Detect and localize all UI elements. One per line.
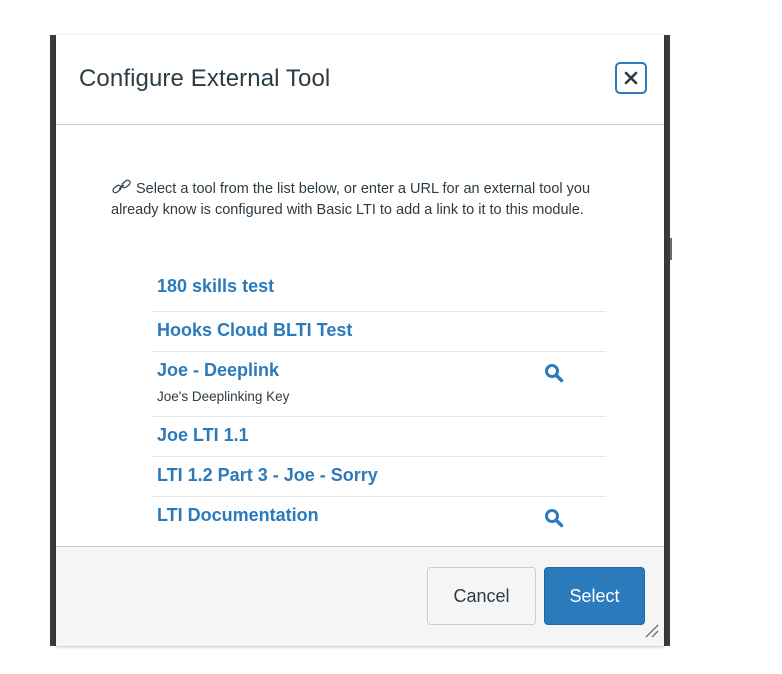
screen: Configure External Tool Select a tool fr…: [0, 0, 782, 674]
tool-name[interactable]: 180 skills test: [157, 276, 274, 297]
tool-name[interactable]: LTI 1.2 Part 3 - Joe - Sorry: [157, 465, 378, 486]
tool-name[interactable]: Hooks Cloud BLTI Test: [157, 320, 352, 341]
background-page-fragment: [670, 238, 672, 260]
resize-handle-icon[interactable]: [642, 621, 660, 639]
intro-paragraph: Select a tool from the list below, or en…: [111, 177, 611, 221]
dialog-title: Configure External Tool: [79, 65, 331, 92]
background-page-edge: [664, 35, 670, 646]
tool-list-item[interactable]: LTI 1.2 Part 3 - Joe - Sorry: [152, 457, 606, 497]
tool-list-item[interactable]: Joe LTI 1.1: [152, 417, 606, 457]
link-icon: [112, 179, 131, 194]
cancel-button[interactable]: Cancel: [427, 567, 536, 625]
tool-list-item[interactable]: LTI Documentation: [152, 497, 606, 537]
dialog-header: Configure External Tool: [56, 35, 664, 125]
tool-list-item[interactable]: 180 skills test: [152, 272, 606, 312]
search-icon[interactable]: [544, 508, 564, 528]
tool-description: Joe's Deeplinking Key: [157, 389, 290, 404]
select-button[interactable]: Select: [544, 567, 645, 625]
dialog-footer: Cancel Select: [56, 546, 664, 646]
tool-list-item[interactable]: Joe - Deeplink Joe's Deeplinking Key: [152, 352, 606, 417]
close-icon: [624, 71, 638, 85]
intro-text: Select a tool from the list below, or en…: [111, 181, 591, 218]
close-button[interactable]: [615, 62, 647, 94]
tool-name[interactable]: LTI Documentation: [157, 505, 319, 526]
tool-list-item[interactable]: Hooks Cloud BLTI Test: [152, 312, 606, 352]
configure-external-tool-dialog: Configure External Tool Select a tool fr…: [56, 35, 664, 646]
tool-name[interactable]: Joe LTI 1.1: [157, 425, 249, 446]
dialog-body: Select a tool from the list below, or en…: [56, 125, 664, 546]
search-icon[interactable]: [544, 363, 564, 383]
tool-name[interactable]: Joe - Deeplink: [157, 360, 279, 381]
tool-list: 180 skills test Hooks Cloud BLTI Test Jo…: [152, 272, 606, 537]
